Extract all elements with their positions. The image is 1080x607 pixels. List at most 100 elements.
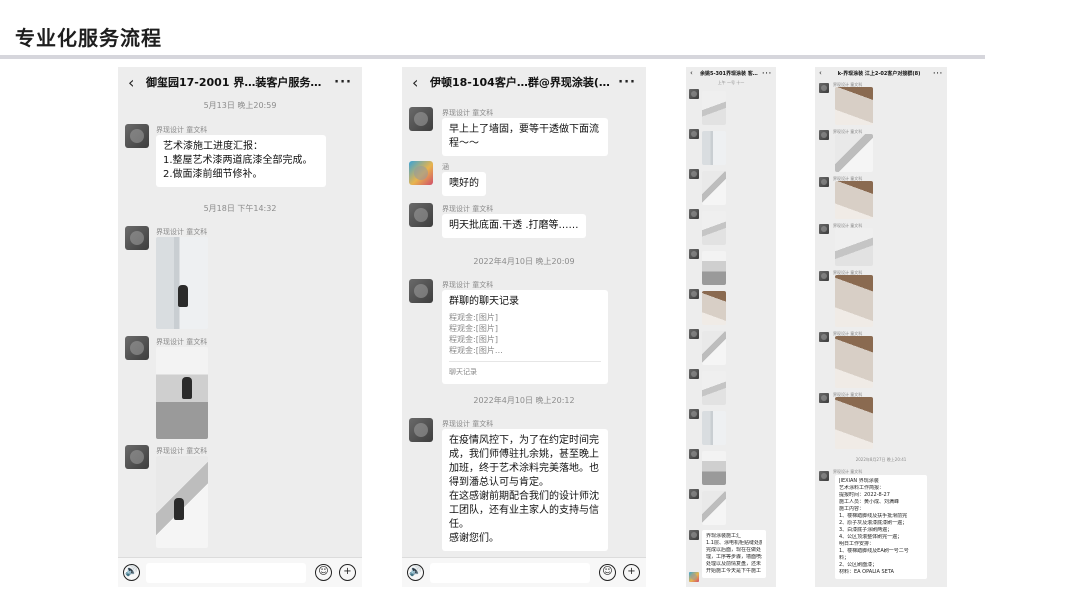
chat-record-card[interactable]: 群聊的聊天记录 程观金:[图片] 程观金:[图片] 程观金:[图片] 程观金:[…: [442, 290, 608, 384]
chat-screenshot-1: ‹ 御玺园17-2001 界…装客户服务群(9) ··· 5月13日 晚上20:…: [118, 67, 362, 587]
avatar: [689, 449, 699, 459]
chat-title: 余姚5-301界现涂装 客户服务群(10): [700, 70, 762, 77]
avatar: [689, 249, 699, 259]
avatar: [819, 393, 829, 403]
photo-message[interactable]: [835, 87, 873, 125]
photo-message[interactable]: [702, 371, 726, 405]
avatar: [689, 572, 699, 582]
chat-header: ‹ 伊顿18-104客户…群@界现涂装(11) ···: [402, 67, 646, 97]
avatar: [689, 329, 699, 339]
timestamp: 2022年4月10日 晚上20:09: [473, 257, 575, 266]
photo-message[interactable]: [835, 397, 873, 449]
photo-message[interactable]: [702, 411, 726, 445]
sender-name: 界现设计 童文科: [156, 126, 208, 134]
chat-title: 伊顿18-104客户…群@界现涂装(11): [430, 76, 619, 89]
slide-title: 专业化服务流程: [15, 26, 162, 50]
timestamp: 5月18日 下午14:32: [203, 204, 277, 213]
plus-icon[interactable]: +: [623, 564, 640, 581]
sender-name: 涵: [442, 163, 449, 171]
message-input[interactable]: [146, 563, 306, 583]
sender-name: 界现设计 童文科: [442, 281, 494, 289]
photo-message[interactable]: [702, 171, 726, 205]
avatar: [125, 124, 149, 148]
avatar: [819, 332, 829, 342]
input-bar: 🔊 ☺ +: [402, 557, 646, 587]
avatar: [689, 369, 699, 379]
chat-screenshot-4: ‹ k-界现涂装 江上2-02客户对接群(8) ··· 界现设计 童文科 界现设…: [815, 67, 947, 587]
avatar: [689, 169, 699, 179]
message-bubble: 明天批底面.干透 .打磨等……: [442, 214, 586, 238]
timestamp: 2022年4月10日 晚上20:12: [473, 396, 575, 405]
photo-message[interactable]: [702, 251, 726, 285]
more-icon[interactable]: ···: [933, 70, 943, 77]
message-bubble: 艺术漆施工进度汇报： 1.整屋艺术漆两道底漆全部完成。 2.做面漆前细节修补。: [156, 135, 326, 187]
photo-message[interactable]: [702, 91, 726, 125]
photo-message[interactable]: [835, 228, 873, 266]
avatar: [689, 289, 699, 299]
back-icon[interactable]: ‹: [412, 73, 426, 92]
message-input[interactable]: [430, 563, 590, 583]
chat-header: ‹ k-界现涂装 江上2-02客户对接群(8) ···: [815, 67, 947, 79]
photo-message[interactable]: [835, 181, 873, 219]
chat-screenshot-2: ‹ 伊顿18-104客户…群@界现涂装(11) ··· 界现设计 童文科 早上上…: [402, 67, 646, 587]
avatar: [409, 161, 433, 185]
avatar: [819, 471, 829, 481]
photo-message[interactable]: [702, 451, 726, 485]
avatar: [409, 279, 433, 303]
message-bubble: 噢好的: [442, 172, 486, 196]
chat-header: ‹ 御玺园17-2001 界…装客户服务群(9) ···: [118, 67, 362, 97]
photo-message[interactable]: [702, 211, 726, 245]
back-icon[interactable]: ‹: [128, 73, 142, 92]
photo-message[interactable]: [835, 275, 873, 327]
avatar: [819, 130, 829, 140]
sender-name: 界现设计 童文科: [442, 420, 494, 428]
photo-message[interactable]: [702, 491, 726, 525]
sender-name: 界现设计 童文科: [156, 447, 208, 455]
message-bubble: 早上上了墙固，要等干透做下面流 程～～: [442, 118, 608, 156]
message-bubble: 在疫情风控下，为了在约定时间完 成，我们师傅驻扎余姚，甚至晚上 加班，终于艺术涂…: [442, 429, 608, 551]
avatar: [409, 418, 433, 442]
avatar: [689, 530, 699, 540]
photo-message[interactable]: [835, 336, 873, 388]
timestamp: 2022年8月27日 晚上20:41: [855, 457, 907, 462]
title-divider: [0, 55, 985, 59]
avatar: [819, 224, 829, 234]
avatar: [689, 409, 699, 419]
message-bubble: JIEXIAN 界现涂装 艺术涂料工作简报： 提报时间：2022-8-27 施工…: [835, 475, 927, 579]
avatar: [689, 209, 699, 219]
chat-title: 御玺园17-2001 界…装客户服务群(9): [146, 76, 335, 89]
emoji-icon[interactable]: ☺: [599, 564, 616, 581]
more-icon[interactable]: ···: [334, 75, 352, 90]
input-bar: 🔊 ☺ +: [118, 557, 362, 587]
more-icon[interactable]: ···: [762, 70, 772, 77]
chat-screenshot-3: ‹ 余姚5-301界现涂装 客户服务群(10) ··· 上午 一号 十一 界现涂…: [686, 67, 776, 587]
avatar: [125, 445, 149, 469]
avatar: [125, 336, 149, 360]
emoji-icon[interactable]: ☺: [315, 564, 332, 581]
sender-name: 界现设计 童文科: [442, 205, 494, 213]
chat-header: ‹ 余姚5-301界现涂装 客户服务群(10) ···: [686, 67, 776, 79]
avatar: [409, 203, 433, 227]
plus-icon[interactable]: +: [339, 564, 356, 581]
avatar: [819, 177, 829, 187]
photo-message[interactable]: [156, 456, 208, 548]
avatar: [689, 489, 699, 499]
photo-message[interactable]: [156, 347, 208, 439]
sender-name: 界现设计 童文科: [156, 338, 208, 346]
photo-message[interactable]: [835, 134, 873, 172]
more-icon[interactable]: ···: [618, 75, 636, 90]
photo-message[interactable]: [702, 331, 726, 365]
photo-message[interactable]: [702, 131, 726, 165]
sender-name: 界现设计 童文科: [442, 109, 494, 117]
timestamp: 上午 一号 十一: [717, 80, 745, 85]
message-bubble: 界现涂装施工汇 1.1层、涂电机柜贴缝处施工 完成以后面，现在在做处 理，工序等…: [702, 530, 766, 578]
photo-message[interactable]: [702, 291, 726, 325]
avatar: [819, 271, 829, 281]
voice-icon[interactable]: 🔊: [123, 564, 140, 581]
avatar: [125, 226, 149, 250]
avatar: [689, 129, 699, 139]
voice-icon[interactable]: 🔊: [407, 564, 424, 581]
avatar: [409, 107, 433, 131]
photo-message[interactable]: [156, 237, 208, 329]
timestamp: 5月13日 晚上20:59: [203, 101, 277, 110]
